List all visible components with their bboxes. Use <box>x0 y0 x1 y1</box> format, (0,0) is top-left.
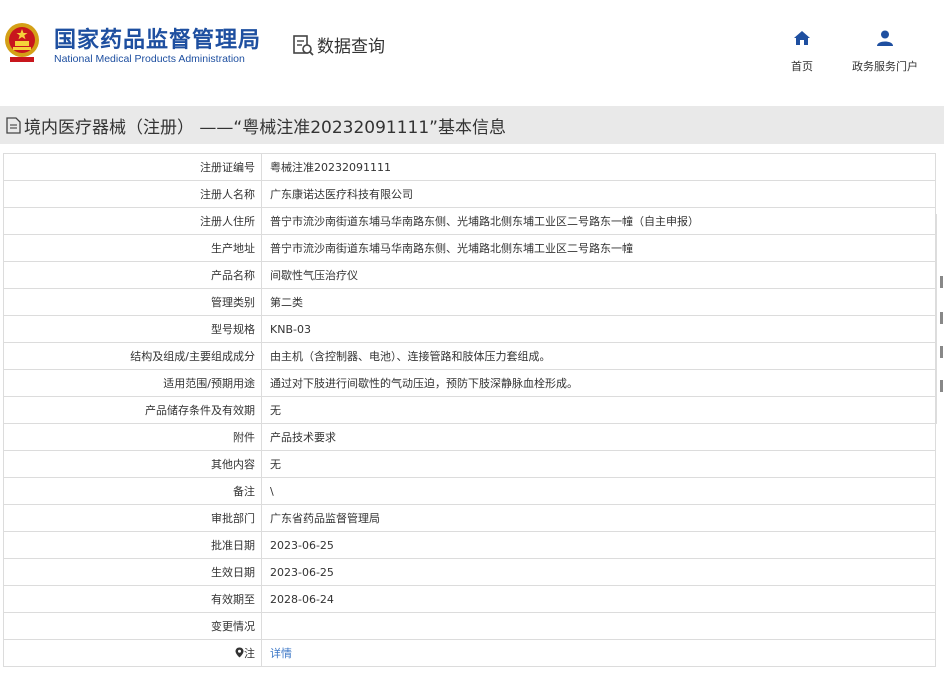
field-label-text: 产品名称 <box>211 269 255 282</box>
table-row: 产品储存条件及有效期无 <box>3 396 936 424</box>
field-label: 其他内容 <box>3 450 262 478</box>
field-value: 2028-06-24 <box>261 585 936 613</box>
field-label: 产品名称 <box>3 261 262 289</box>
field-label: 管理类别 <box>3 288 262 316</box>
table-row: 备注 \ <box>3 477 936 505</box>
field-label-text: 有效期至 <box>211 593 255 606</box>
field-value: 粤械注准20232091111 <box>261 153 936 181</box>
field-label-text: 生产地址 <box>211 242 255 255</box>
field-label: 结构及组成/主要组成成分 <box>3 342 262 370</box>
pin-icon <box>235 647 244 658</box>
brand-name-cn[interactable]: 国家药品监督管理局 <box>54 22 261 54</box>
table-row: 生产地址 普宁市流沙南街道东埔马华南路东侧、光埔路北侧东埔工业区二号路东一幢 <box>3 234 936 262</box>
field-label-text: 产品储存条件及有效期 <box>145 404 255 417</box>
field-label: 生产地址 <box>3 234 262 262</box>
table-row: 变更情况 <box>3 612 936 640</box>
table-row: 有效期至 2028-06-24 <box>3 585 936 613</box>
field-value: 间歇性气压治疗仪 <box>261 261 936 289</box>
field-label: 注册人住所 <box>3 207 262 235</box>
field-label: 变更情况 <box>3 612 262 640</box>
nav-home-label: 首页 <box>791 60 813 73</box>
field-value: 产品技术要求 <box>261 423 936 451</box>
table-row: 结构及组成/主要组成成分 由主机（含控制器、电池）、连接管路和肢体压力套组成。 <box>3 342 936 370</box>
field-label-text: 备注 <box>233 485 255 498</box>
field-label: 生效日期 <box>3 558 262 586</box>
field-label: 注册人名称 <box>3 180 262 208</box>
data-query-label: 数据查询 <box>317 37 385 57</box>
search-document-icon <box>293 34 314 56</box>
page-title: 境内医疗器械（注册） ——“粤械注准20232091111”基本信息 <box>24 117 506 138</box>
side-tab-edge[interactable] <box>936 214 944 424</box>
side-tab-mark <box>940 276 943 288</box>
field-label-text: 注 <box>244 647 255 660</box>
nav-gov-service-portal[interactable]: 政务服务门户 <box>846 30 924 74</box>
field-label-text: 管理类别 <box>211 296 255 309</box>
field-label: 审批部门 <box>3 504 262 532</box>
table-row: 批准日期 2023-06-25 <box>3 531 936 559</box>
field-label: 有效期至 <box>3 585 262 613</box>
field-value: 广东康诺达医疗科技有限公司 <box>261 180 936 208</box>
field-label: 适用范围/预期用途 <box>3 369 262 397</box>
field-value: 2023-06-25 <box>261 558 936 586</box>
device-info-table: 注册证编号 粤械注准20232091111 注册人名称 广东康诺达医疗科技有限公司 注册… <box>3 153 936 667</box>
field-label: 批准日期 <box>3 531 262 559</box>
field-label-text: 适用范围/预期用途 <box>163 377 255 390</box>
field-label-text: 注册人住所 <box>200 215 255 228</box>
table-row: 注册证编号 粤械注准20232091111 <box>3 153 936 181</box>
nav-home[interactable]: 首页 <box>784 30 820 74</box>
field-label-text: 变更情况 <box>211 620 255 633</box>
table-row: 产品名称 间歇性气压治疗仪 <box>3 261 936 289</box>
field-label-text: 生效日期 <box>211 566 255 579</box>
field-value: 通过对下肢进行间歇性的气动压迫，预防下肢深静脉血栓形成。 <box>261 369 936 397</box>
site-header: 国家药品监督管理局 National Medical Products Admi… <box>0 0 944 92</box>
field-label: 注 <box>3 639 262 667</box>
table-row: 适用范围/预期用途 通过对下肢进行间歇性的气动压迫，预防下肢深静脉血栓形成。 <box>3 369 936 397</box>
table-row: 注册人名称 广东康诺达医疗科技有限公司 <box>3 180 936 208</box>
field-value: 普宁市流沙南街道东埔马华南路东侧、光埔路北侧东埔工业区二号路东一幢（自主申报） <box>261 207 936 235</box>
field-value: 由主机（含控制器、电池）、连接管路和肢体压力套组成。 <box>261 342 936 370</box>
field-label-text: 其他内容 <box>211 458 255 471</box>
field-label-text: 型号规格 <box>211 323 255 336</box>
field-label: 注册证编号 <box>3 153 262 181</box>
data-query-link[interactable]: 数据查询 <box>292 32 385 57</box>
field-label-text: 附件 <box>233 431 255 444</box>
field-label-text: 批准日期 <box>211 539 255 552</box>
field-label-text: 结构及组成/主要组成成分 <box>130 350 255 363</box>
field-value: 无 <box>261 450 936 478</box>
field-label-text: 注册人名称 <box>200 188 255 201</box>
field-value: 广东省药品监督管理局 <box>261 504 936 532</box>
user-icon <box>877 30 893 46</box>
side-tab-mark <box>940 346 943 358</box>
field-value: 无 <box>261 396 936 424</box>
field-value: \ <box>261 477 936 505</box>
field-label: 备注 <box>3 477 262 505</box>
table-row: 附件 产品技术要求 <box>3 423 936 451</box>
table-row: 管理类别 第二类 <box>3 288 936 316</box>
field-value: 普宁市流沙南街道东埔马华南路东侧、光埔路北侧东埔工业区二号路东一幢 <box>261 234 936 262</box>
field-value: 2023-06-25 <box>261 531 936 559</box>
national-emblem-icon <box>5 23 39 62</box>
table-row: 其他内容无 <box>3 450 936 478</box>
home-icon <box>794 31 810 45</box>
field-label: 附件 <box>3 423 262 451</box>
field-value <box>261 612 936 640</box>
side-tab-mark <box>940 312 943 324</box>
side-tab-mark <box>940 380 943 392</box>
nav-portal-label: 政务服务门户 <box>852 60 918 73</box>
field-label: 型号规格 <box>3 315 262 343</box>
field-label-text: 审批部门 <box>211 512 255 525</box>
field-value: KNB-03 <box>261 315 936 343</box>
table-row: 注册人住所 普宁市流沙南街道东埔马华南路东侧、光埔路北侧东埔工业区二号路东一幢（自… <box>3 207 936 235</box>
field-label: 产品储存条件及有效期 <box>3 396 262 424</box>
page-title-bar: 境内医疗器械（注册） ——“粤械注准20232091111”基本信息 <box>0 106 944 144</box>
table-row: 型号规格 KNB-03 <box>3 315 936 343</box>
document-icon <box>6 116 21 134</box>
details-link[interactable]: 详情 <box>261 639 936 667</box>
field-label-text: 注册证编号 <box>200 161 255 174</box>
table-row: 生效日期 2023-06-25 <box>3 558 936 586</box>
table-row: 审批部门 广东省药品监督管理局 <box>3 504 936 532</box>
brand-name-en[interactable]: National Medical Products Administration <box>54 53 245 65</box>
field-value: 第二类 <box>261 288 936 316</box>
table-row: 注详情 <box>3 639 936 667</box>
